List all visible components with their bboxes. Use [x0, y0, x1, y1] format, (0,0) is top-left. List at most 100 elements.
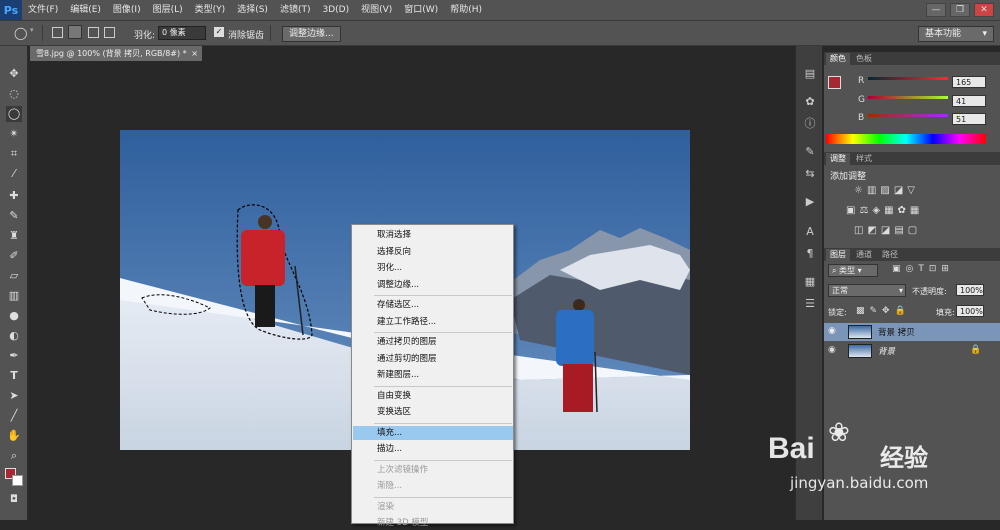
history-icon[interactable]: ▤ [802, 66, 818, 82]
character-icon[interactable]: A [802, 224, 818, 240]
tab-adjustments[interactable]: 调整 [826, 153, 850, 165]
visibility-eye-icon[interactable]: ◉ [828, 326, 836, 336]
b-input[interactable]: 51 [952, 113, 986, 125]
zoom-tool-icon[interactable]: ⌕ [6, 448, 22, 464]
fg-color-swatch[interactable] [828, 76, 841, 89]
move-tool-icon[interactable]: ✥ [6, 66, 22, 82]
menu-item[interactable]: 帮助(H) [444, 0, 488, 20]
refine-edge-button[interactable]: 调整边缘... [282, 26, 341, 42]
path-selection-icon[interactable]: ➤ [6, 388, 22, 404]
tool-preset-dropdown-icon[interactable]: ▾ [30, 26, 34, 34]
new-selection-icon[interactable] [52, 27, 63, 38]
crop-tool-icon[interactable]: ⌗ [6, 146, 22, 162]
b-slider[interactable] [868, 114, 948, 117]
brush-presets-icon[interactable]: ✎ [802, 144, 818, 160]
context-menu-item[interactable]: 羽化... [353, 261, 513, 275]
feather-input[interactable]: 0 像素 [158, 26, 206, 40]
blend-mode-select[interactable]: 正常 ▾ [828, 284, 906, 297]
clone-source-icon[interactable]: ⇆ [802, 166, 818, 182]
g-slider[interactable] [868, 96, 948, 99]
menu-item[interactable]: 选择(S) [231, 0, 274, 20]
menu-item[interactable]: 图层(L) [147, 0, 189, 20]
lasso-tool-icon[interactable]: ◯ [14, 26, 28, 40]
gradient-tool-icon[interactable]: ▥ [6, 288, 22, 304]
lock-icons[interactable]: ▩✎✥🔒 [856, 306, 911, 316]
tab-channels[interactable]: 通道 [852, 249, 876, 261]
intersect-selection-icon[interactable] [104, 27, 115, 38]
context-menu-item[interactable]: 描边... [353, 442, 513, 456]
tab-color[interactable]: 颜色 [826, 53, 850, 65]
context-menu-item[interactable]: 填充... [353, 425, 513, 440]
healing-brush-icon[interactable]: ✚ [6, 188, 22, 204]
menu-item[interactable]: 视图(V) [355, 0, 398, 20]
context-menu-item[interactable]: 取消选择 [353, 228, 513, 242]
blur-tool-icon[interactable]: ● [6, 308, 22, 324]
context-menu-item[interactable]: 上次滤镜操作 [353, 463, 513, 477]
add-selection-icon[interactable] [68, 25, 82, 39]
close-button[interactable]: ✕ [974, 3, 994, 17]
history-brush-icon[interactable]: ✐ [6, 248, 22, 264]
brush-tool-icon[interactable]: ✎ [6, 208, 22, 224]
color-spectrum-bar[interactable] [826, 134, 986, 144]
layer-filter-select[interactable]: ⌕ 类型 ▾ [828, 264, 878, 277]
subtract-selection-icon[interactable] [88, 27, 99, 38]
adjustment-icons-row-1[interactable]: ☼▥▨◪▽ [854, 185, 919, 196]
layer-filter-icons[interactable]: ▣◎T⊡⊞ [892, 264, 954, 274]
context-menu-item[interactable]: 存储选区... [353, 298, 513, 312]
r-slider[interactable] [868, 77, 948, 80]
notes-icon[interactable]: ▦ [802, 274, 818, 290]
tab-swatches[interactable]: 色板 [852, 53, 876, 65]
quick-mask-icon[interactable]: ◘ [6, 492, 22, 508]
tab-layers[interactable]: 图层 [826, 249, 850, 261]
context-menu-item[interactable]: 新建图层... [353, 368, 513, 382]
adjustment-icons-row-3[interactable]: ◫◩◪▤▢ [854, 225, 921, 236]
adjustment-icons-row-2[interactable]: ▣⚖◈▦✿▦ [846, 205, 923, 216]
eyedropper-tool-icon[interactable]: ⁄ [6, 166, 22, 182]
context-menu-item[interactable]: 渲染 [353, 500, 513, 514]
context-menu-item[interactable]: 调整边缘... [353, 278, 513, 292]
menu-item[interactable]: 窗口(W) [398, 0, 444, 20]
context-menu-item[interactable]: 通过剪切的图层 [353, 352, 513, 366]
menu-item[interactable]: 3D(D) [316, 0, 355, 20]
antialias-checkbox[interactable]: ✓ [214, 27, 224, 37]
r-input[interactable]: 165 [952, 76, 986, 88]
context-menu-item[interactable]: 自由变换 [353, 389, 513, 403]
type-tool-icon[interactable]: T [6, 368, 22, 384]
hand-tool-icon[interactable]: ✋ [6, 428, 22, 444]
clone-stamp-icon[interactable]: ♜ [6, 228, 22, 244]
pen-tool-icon[interactable]: ✒ [6, 348, 22, 364]
dodge-tool-icon[interactable]: ◐ [6, 328, 22, 344]
fill-input[interactable]: 100% [956, 305, 984, 317]
context-menu-item[interactable]: 新建 3D 模型 [353, 516, 513, 530]
opacity-input[interactable]: 100% [956, 284, 984, 296]
magic-wand-tool-icon[interactable]: ✴ [6, 126, 22, 142]
lasso-tool-icon[interactable]: ◯ [6, 106, 22, 122]
g-input[interactable]: 41 [952, 95, 986, 107]
restore-button[interactable]: ❐ [950, 3, 970, 17]
color-picker-icon[interactable]: ✿ [802, 94, 818, 110]
info-icon[interactable]: ⓘ [802, 116, 818, 132]
menu-item[interactable]: 滤镜(T) [274, 0, 317, 20]
eraser-tool-icon[interactable]: ▱ [6, 268, 22, 284]
menu-item[interactable]: 类型(Y) [189, 0, 232, 20]
menu-item[interactable]: 编辑(E) [64, 0, 107, 20]
menu-item[interactable]: 图像(I) [107, 0, 147, 20]
context-menu-item[interactable]: 通过拷贝的图层 [353, 335, 513, 349]
close-tab-icon[interactable]: × [191, 46, 198, 61]
minimize-button[interactable]: — [926, 3, 946, 17]
menu-item[interactable]: 文件(F) [22, 0, 64, 20]
workspace-select[interactable]: 基本功能 ▾ [918, 26, 994, 42]
document-tab[interactable]: 雪8.jpg @ 100% (背景 拷贝, RGB/8#) * × [30, 46, 202, 61]
background-color-swatch[interactable] [12, 475, 23, 486]
tab-paths[interactable]: 路径 [878, 249, 902, 261]
visibility-eye-icon[interactable]: ◉ [828, 345, 836, 355]
context-menu-item[interactable]: 建立工作路径... [353, 315, 513, 329]
marquee-tool-icon[interactable]: ◌ [6, 86, 22, 102]
context-menu-item[interactable]: 渐隐... [353, 479, 513, 493]
actions-icon[interactable]: ▶ [802, 194, 818, 210]
properties-icon[interactable]: ☰ [802, 296, 818, 312]
context-menu-item[interactable]: 选择反向 [353, 245, 513, 259]
context-menu-item[interactable]: 变换选区 [353, 405, 513, 419]
line-tool-icon[interactable]: ╱ [6, 408, 22, 424]
tab-styles[interactable]: 样式 [852, 153, 876, 165]
